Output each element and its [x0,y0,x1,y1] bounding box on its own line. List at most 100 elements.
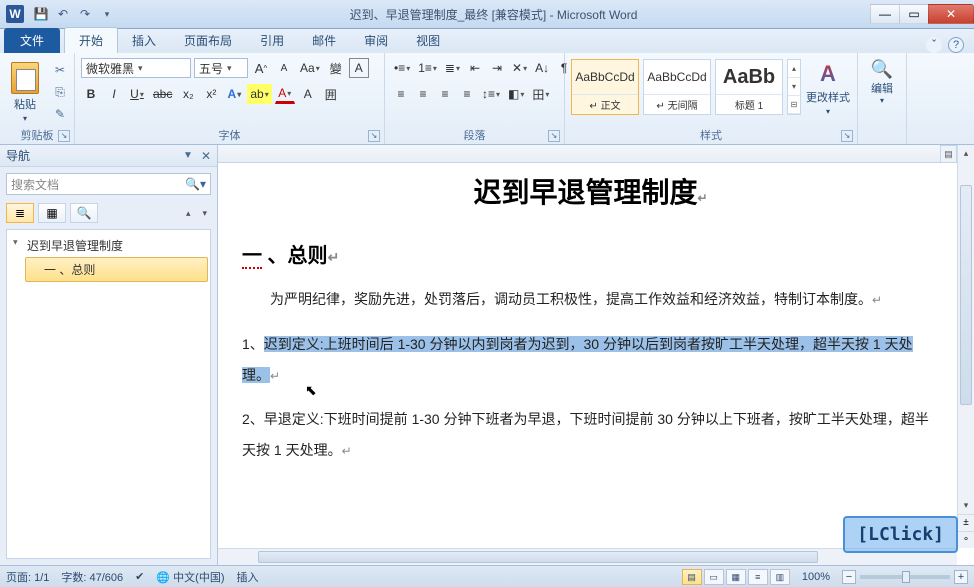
vertical-scrollbar[interactable]: ▴▾ ± ∘ [957,145,974,548]
font-dialog-launcher[interactable]: ↘ [368,130,380,142]
status-words[interactable]: 字数: 47/606 [61,569,123,585]
save-icon[interactable]: 💾 [32,5,50,23]
ltr-rtl-button[interactable]: ✕ [509,58,530,78]
help-icon[interactable]: ? [948,37,964,53]
paragraph-dialog-launcher[interactable]: ↘ [548,130,560,142]
review-tab[interactable]: 审阅 [350,28,402,53]
horizontal-ruler[interactable] [218,145,974,163]
references-tab[interactable]: 引用 [246,28,298,53]
view-tab[interactable]: 视图 [402,28,454,53]
close-nav-icon[interactable]: ✕ [201,149,211,163]
nav-item-section1[interactable]: 一 、总则 [25,257,208,282]
mailings-tab[interactable]: 邮件 [298,28,350,53]
style-heading1[interactable]: AaBb 标题 1 [715,59,783,115]
nav-prev-icon[interactable]: ▴ [182,208,195,219]
status-page[interactable]: 页面: 1/1 [6,569,49,585]
home-tab[interactable]: 开始 [64,27,118,53]
paragraph-group: •≡ 1≡ ≣ ⇤ ⇥ ✕ A↓ ¶ ≡ ≡ ≡ ≡ ↕≡ ◧ 田 段落↘ [385,53,565,144]
change-case-button[interactable]: Aa [297,58,323,78]
decrease-indent-button[interactable]: ⇤ [465,58,485,78]
style-normal[interactable]: AaBbCcDd ↵ 正文 [571,59,639,115]
justify-button[interactable]: ≡ [457,84,477,104]
zoom-slider[interactable]: − + [842,570,968,584]
qat-customize-icon[interactable]: ▾ [98,5,116,23]
zoom-in-button[interactable]: + [954,570,968,584]
font-color-button[interactable]: A [275,84,295,104]
status-language[interactable]: 中文(中国) [173,572,224,584]
strikethrough-button[interactable]: abc [150,84,175,104]
font-size-combo[interactable]: 五号▾ [194,58,248,78]
underline-button[interactable]: U [127,84,147,104]
insert-tab[interactable]: 插入 [118,28,170,53]
subscript-button[interactable]: x₂ [178,84,198,104]
paste-button[interactable]: 粘贴 ▾ [4,59,46,125]
next-page-icon[interactable]: ∘ [958,531,974,548]
layout-tab[interactable]: 页面布局 [170,28,246,53]
sort-button[interactable]: A↓ [532,58,552,78]
status-insert-mode[interactable]: 插入 [236,569,258,585]
navigation-title: 导航 [6,147,30,164]
zoom-out-button[interactable]: − [842,570,856,584]
status-bar: 页面: 1/1 字数: 47/606 ✔ 🌐 中文(中国) 插入 ▤ ▭ ▦ ≡… [0,565,974,587]
view-print-layout[interactable]: ▤ [682,569,702,585]
redo-icon[interactable]: ↷ [76,5,94,23]
highlight-button[interactable]: ab [247,84,271,104]
superscript-button[interactable]: x² [201,84,221,104]
grow-font-button[interactable]: A^ [251,58,271,78]
nav-tab-pages[interactable]: ▦ [38,203,66,223]
align-center-button[interactable]: ≡ [413,84,433,104]
view-fullscreen[interactable]: ▭ [704,569,724,585]
nav-tab-results[interactable]: 🔍 [70,203,98,223]
char-border-button[interactable]: A [349,58,369,78]
styles-scroll[interactable]: ▴▾⊟ [787,59,801,115]
nav-next-icon[interactable]: ▾ [198,208,211,219]
document-page[interactable]: 迟到早退管理制度↵ 一 、总则↵ 为严明纪律，奖励先进，处罚落后，调动员工积极性… [224,163,957,548]
multilevel-button[interactable]: ≣ [442,58,463,78]
numbering-button[interactable]: 1≡ [415,58,440,78]
view-draft[interactable]: ▥ [770,569,790,585]
status-proofing-icon[interactable]: ✔ [135,570,144,583]
font-family-combo[interactable]: 微软雅黑▾ [81,58,191,78]
minimize-button[interactable]: — [870,4,900,24]
prev-page-icon[interactable]: ± [958,514,974,531]
ruler-toggle-button[interactable]: ▤ [940,145,957,163]
bullets-button[interactable]: •≡ [391,58,413,78]
undo-icon[interactable]: ↶ [54,5,72,23]
navigation-search-input[interactable]: 搜索文档 🔍▾ [6,173,211,195]
font-group-label: 字体 [219,130,241,142]
cut-icon[interactable]: ✂ [50,61,70,79]
borders-button[interactable]: 田 [529,84,552,104]
zoom-level[interactable]: 100% [802,571,830,583]
window-title: 迟到、早退管理制度_最终 [兼容模式] - Microsoft Word [116,6,871,23]
view-web[interactable]: ▦ [726,569,746,585]
line-spacing-button[interactable]: ↕≡ [479,84,503,104]
search-icon[interactable]: 🔍▾ [185,177,206,191]
minimize-ribbon-icon[interactable]: ˇ [926,37,942,53]
maximize-button[interactable]: ▭ [899,4,929,24]
view-outline[interactable]: ≡ [748,569,768,585]
styles-dialog-launcher[interactable]: ↘ [841,130,853,142]
clipboard-icon [11,62,39,94]
file-tab[interactable]: 文件 [4,28,60,53]
style-no-spacing[interactable]: AaBbCcDd ↵ 无间隔 [643,59,711,115]
editing-button[interactable]: 🔍 编辑 ▾ [862,59,902,105]
bold-button[interactable]: B [81,84,101,104]
change-styles-button[interactable]: A 更改样式 ▾ [805,59,851,119]
char-shading-button[interactable]: A [298,84,318,104]
phonetic-guide-button[interactable]: 變 [326,58,346,78]
nav-tab-headings[interactable]: ≣ [6,203,34,223]
clipboard-dialog-launcher[interactable]: ↘ [58,130,70,142]
italic-button[interactable]: I [104,84,124,104]
format-painter-icon[interactable]: ✎ [50,105,70,123]
align-left-button[interactable]: ≡ [391,84,411,104]
pin-icon[interactable]: ▼ [183,150,193,161]
shrink-font-button[interactable]: A [274,58,294,78]
close-button[interactable]: ✕ [928,4,974,24]
increase-indent-button[interactable]: ⇥ [487,58,507,78]
text-effects-button[interactable]: A [224,84,244,104]
nav-item-root[interactable]: 迟到早退管理制度 [9,234,208,257]
enclose-char-button[interactable]: 囲 [321,84,341,104]
align-right-button[interactable]: ≡ [435,84,455,104]
shading-button[interactable]: ◧ [505,84,527,104]
copy-icon[interactable]: ⎘ [50,83,70,101]
